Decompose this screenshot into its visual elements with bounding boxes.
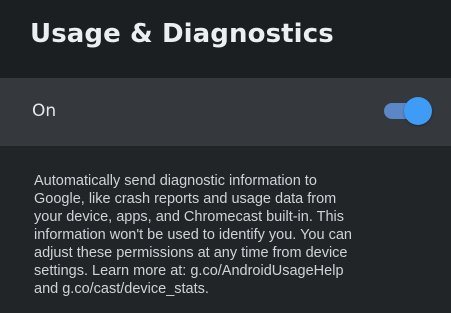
usage-diagnostics-switch[interactable] bbox=[382, 97, 432, 125]
description-line: settings. Learn more at: g.co/AndroidUsa… bbox=[34, 263, 344, 279]
description-text: Automatically send diagnostic informatio… bbox=[34, 172, 434, 298]
usage-diagnostics-toggle-row[interactable]: On bbox=[0, 78, 451, 146]
description-line: Google, like crash reports and usage dat… bbox=[34, 191, 337, 207]
description-line: your device, apps, and Chromecast built-… bbox=[34, 209, 345, 225]
description-line: adjust these permissions at any time fro… bbox=[34, 245, 348, 261]
description-line: information won't be used to identify yo… bbox=[34, 227, 352, 243]
toggle-label: On bbox=[32, 101, 57, 121]
header: Usage & Diagnostics bbox=[0, 0, 451, 78]
page-title: Usage & Diagnostics bbox=[30, 19, 334, 49]
description-line: and g.co/cast/device_stats. bbox=[34, 281, 209, 297]
switch-thumb bbox=[404, 97, 432, 125]
description-line: Automatically send diagnostic informatio… bbox=[34, 173, 317, 189]
usage-diagnostics-screen: Usage & Diagnostics On Automatically sen… bbox=[0, 0, 451, 313]
